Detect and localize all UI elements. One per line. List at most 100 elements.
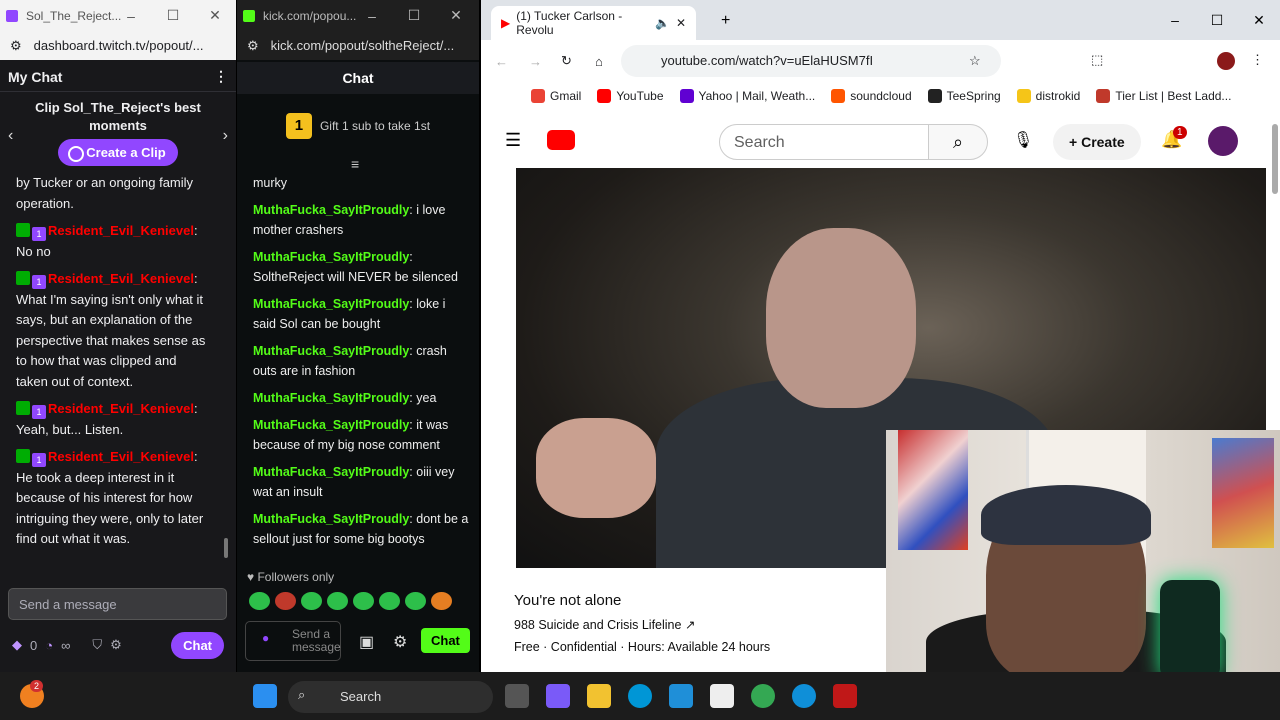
new-tab-icon[interactable]: + xyxy=(721,12,730,30)
bookmark-item[interactable]: TeeSpring xyxy=(927,89,1001,103)
youtube-logo[interactable] xyxy=(547,130,575,150)
app-icon[interactable] xyxy=(669,684,693,708)
mic-icon[interactable]: ● xyxy=(262,632,269,645)
bits-icon[interactable]: ◆ xyxy=(12,637,22,653)
emote-icon[interactable] xyxy=(379,592,400,610)
username[interactable]: Resident_Evil_Kenievel xyxy=(48,271,194,286)
emote-icon[interactable] xyxy=(405,592,426,610)
create-clip-button[interactable]: Create a Clip xyxy=(58,139,178,166)
close-icon[interactable]: ✕ xyxy=(1238,12,1280,29)
site-info-icon[interactable]: ⚙ xyxy=(10,38,22,54)
maximize-icon[interactable]: ☐ xyxy=(152,7,194,24)
bookmark-item[interactable]: Tier List | Best Ladd... xyxy=(1096,89,1231,103)
minimize-icon[interactable]: – xyxy=(1154,12,1196,28)
kick-url[interactable]: kick.com/popout/soltheReject/... xyxy=(271,38,455,53)
extensions-icon[interactable]: ⬚ xyxy=(1091,52,1103,68)
clip-title: Clip Sol_The_Reject's best moments xyxy=(35,100,201,133)
back-icon[interactable]: ← xyxy=(495,54,508,69)
speaker-icon[interactable]: 🔈 xyxy=(655,16,670,30)
site-info-icon[interactable]: ⚙ xyxy=(247,38,259,54)
emote-icon[interactable] xyxy=(327,592,348,610)
gift-icon[interactable]: ▣ xyxy=(359,632,374,652)
channel-points-icon[interactable]: ◔ xyxy=(45,638,53,653)
start-icon[interactable] xyxy=(253,684,277,708)
star-icon[interactable]: ☆ xyxy=(969,53,981,69)
bookmark-label: Gmail xyxy=(550,89,582,103)
username[interactable]: Resident_Evil_Kenievel xyxy=(48,223,194,238)
bookmark-item[interactable]: Gmail xyxy=(531,89,581,103)
username[interactable]: MuthaFucka_SayItProudly xyxy=(253,391,409,405)
emote-icon[interactable] xyxy=(249,592,270,610)
minimize-icon[interactable]: – xyxy=(351,8,393,24)
bookmark-item[interactable]: YouTube xyxy=(597,89,664,103)
file-explorer-icon[interactable] xyxy=(587,684,611,708)
close-icon[interactable]: ✕ xyxy=(435,7,477,24)
message-input-placeholder: Send a message xyxy=(292,627,341,654)
menu-icon[interactable]: ⋮ xyxy=(1251,52,1264,68)
more-options-icon[interactable]: ⋮ xyxy=(214,68,228,85)
webcam-microphone xyxy=(1160,580,1220,672)
avatar[interactable] xyxy=(1208,126,1238,156)
gift-sub-banner[interactable]: 1 Gift 1 sub to take 1st xyxy=(237,106,479,146)
username[interactable]: Resident_Evil_Kenievel xyxy=(48,401,194,416)
teespring-icon xyxy=(927,89,942,103)
chat-send-button[interactable]: Chat xyxy=(421,628,470,653)
mic-icon[interactable]: 🎙 xyxy=(1013,130,1033,150)
username[interactable]: MuthaFucka_SayItProudly xyxy=(253,344,409,358)
chevron-right-icon[interactable]: › xyxy=(223,127,228,145)
home-icon[interactable]: ⌂ xyxy=(595,54,603,69)
message-input[interactable]: Send a message xyxy=(8,588,227,620)
tab-youtube[interactable]: ▶ (1) Tucker Carlson - Revolu 🔈 ✕ xyxy=(491,6,696,40)
twitch-address-bar[interactable]: ⚙ dashboard.twitch.tv/popout/... xyxy=(0,31,236,60)
close-tab-icon[interactable]: ✕ xyxy=(676,16,686,30)
edge-icon[interactable] xyxy=(792,684,816,708)
kick-address-bar[interactable]: ⚙ kick.com/popout/soltheReject/... xyxy=(237,31,479,60)
bookmark-item[interactable]: Yahoo | Mail, Weath... xyxy=(679,89,815,103)
gear-icon[interactable]: ⚙ xyxy=(393,632,407,652)
maximize-icon[interactable]: ☐ xyxy=(1196,12,1238,29)
emote-icon[interactable] xyxy=(275,592,296,610)
mcafee-icon[interactable] xyxy=(833,684,857,708)
username[interactable]: Resident_Evil_Kenievel xyxy=(48,449,194,464)
username[interactable]: MuthaFucka_SayItProudly xyxy=(253,465,409,479)
profile-icon[interactable] xyxy=(1217,52,1235,70)
username[interactable]: MuthaFucka_SayItProudly xyxy=(253,250,409,264)
maximize-icon[interactable]: ☐ xyxy=(393,7,435,24)
username[interactable]: MuthaFucka_SayItProudly xyxy=(253,512,409,526)
emote-icon[interactable] xyxy=(353,592,374,610)
hamburger-icon[interactable]: ☰ xyxy=(505,130,521,151)
bookmark-item[interactable]: soundcloud xyxy=(831,89,912,103)
emote-icon[interactable] xyxy=(431,592,452,610)
hp-icon[interactable] xyxy=(628,684,652,708)
scrollbar[interactable] xyxy=(224,178,232,568)
shield-icon[interactable]: ⛉ xyxy=(92,637,102,653)
chevron-left-icon[interactable]: ‹ xyxy=(8,127,13,145)
collapse-icon[interactable]: ≡ xyxy=(351,156,359,172)
emote-icon[interactable] xyxy=(301,592,322,610)
chrome-icon[interactable] xyxy=(751,684,775,708)
lifeline-link[interactable]: 988 Suicide and Crisis Lifeline ↗ xyxy=(514,617,868,632)
task-view-icon[interactable] xyxy=(505,684,529,708)
username[interactable]: MuthaFucka_SayItProudly xyxy=(253,418,409,432)
forward-icon[interactable]: → xyxy=(529,54,542,69)
url-text[interactable]: youtube.com/watch?v=uElaHUSM7fI xyxy=(661,53,873,68)
create-button[interactable]: + Create xyxy=(1053,124,1141,160)
twitch-url[interactable]: dashboard.twitch.tv/popout/... xyxy=(34,38,204,53)
copilot-icon[interactable] xyxy=(546,684,570,708)
document-icon[interactable] xyxy=(710,684,734,708)
message-input[interactable]: ● Send a message xyxy=(245,621,341,661)
chat-title: My Chat xyxy=(8,68,63,85)
url-field[interactable]: youtube.com/watch?v=uElaHUSM7fI xyxy=(621,45,1001,77)
page-scrollbar[interactable] xyxy=(1272,124,1278,194)
search-icon[interactable]: ⌕ xyxy=(928,124,988,160)
minimize-icon[interactable]: – xyxy=(110,8,152,24)
search-input[interactable]: Search xyxy=(719,124,929,160)
username[interactable]: MuthaFucka_SayItProudly xyxy=(253,203,409,217)
username[interactable]: MuthaFucka_SayItProudly xyxy=(253,297,409,311)
close-icon[interactable]: ✕ xyxy=(194,7,236,24)
reload-icon[interactable]: ↻ xyxy=(561,53,572,69)
chat-send-button[interactable]: Chat xyxy=(171,631,224,659)
taskbar-search[interactable]: ⌕ Search xyxy=(288,681,493,713)
gear-icon[interactable]: ⚙ xyxy=(110,637,122,653)
bookmark-item[interactable]: distrokid xyxy=(1016,89,1080,103)
